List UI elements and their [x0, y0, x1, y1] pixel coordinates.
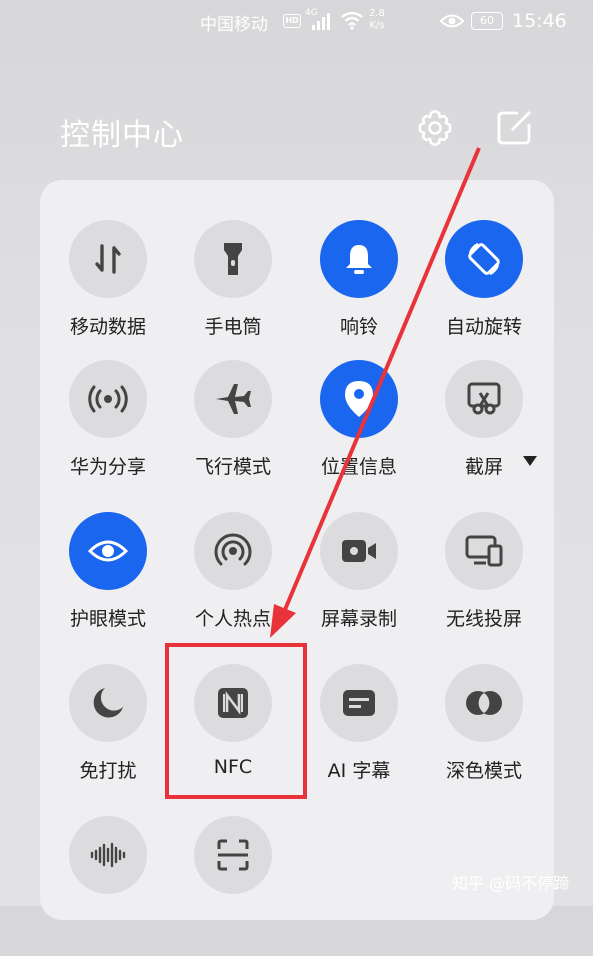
watermark: 知乎 @码不停蹄: [452, 874, 570, 893]
annotation-arrow: [270, 147, 481, 638]
